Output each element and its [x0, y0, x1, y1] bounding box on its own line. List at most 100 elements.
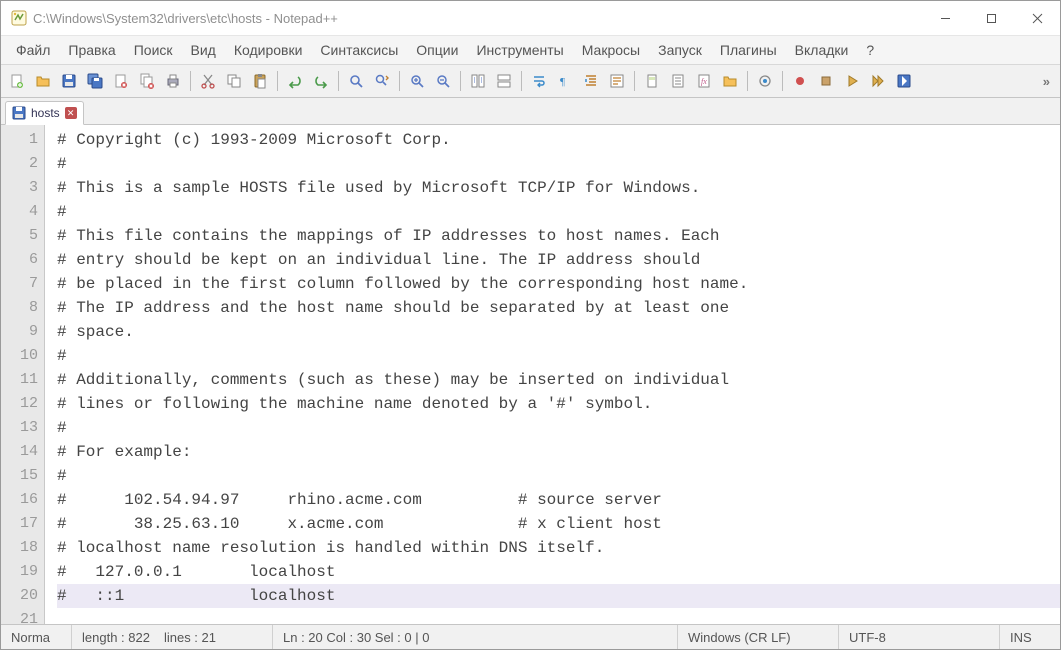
doc-map-button[interactable] [640, 69, 664, 93]
menu-tools[interactable]: Инструменты [467, 38, 572, 62]
minimize-button[interactable] [922, 1, 968, 35]
open-file-button[interactable] [31, 69, 55, 93]
tab-hosts[interactable]: hosts ✕ [5, 101, 84, 125]
redo-button[interactable] [309, 69, 333, 93]
maximize-button[interactable] [968, 1, 1014, 35]
zoom-out-button[interactable] [431, 69, 455, 93]
code-line[interactable]: # For example: [57, 440, 1060, 464]
save-macro-button[interactable] [892, 69, 916, 93]
toolbar-overflow-button[interactable]: » [1037, 74, 1056, 89]
menu-help[interactable]: ? [857, 38, 883, 62]
toolbar: ¶ fx » [1, 65, 1060, 98]
new-file-button[interactable] [5, 69, 29, 93]
copy-button[interactable] [222, 69, 246, 93]
titlebar: C:\Windows\System32\drivers\etc\hosts - … [1, 1, 1060, 36]
toolbar-separator [190, 71, 191, 91]
code-line[interactable]: # [57, 416, 1060, 440]
line-number-gutter: 123456789101112131415161718192021 [1, 125, 45, 624]
paste-button[interactable] [248, 69, 272, 93]
stop-macro-button[interactable] [814, 69, 838, 93]
code-line[interactable]: # 127.0.0.1 localhost [57, 560, 1060, 584]
editor[interactable]: 123456789101112131415161718192021 # Copy… [1, 125, 1060, 624]
function-list-button[interactable]: fx [692, 69, 716, 93]
save-button[interactable] [57, 69, 81, 93]
menu-bar: Файл Правка Поиск Вид Кодировки Синтакси… [1, 36, 1060, 65]
status-encoding[interactable]: UTF-8 [839, 625, 1000, 649]
code-line[interactable]: # [57, 344, 1060, 368]
word-wrap-button[interactable] [527, 69, 551, 93]
menu-macros[interactable]: Макросы [573, 38, 649, 62]
menu-encoding[interactable]: Кодировки [225, 38, 312, 62]
menu-run[interactable]: Запуск [649, 38, 711, 62]
app-window: C:\Windows\System32\drivers\etc\hosts - … [0, 0, 1061, 650]
sync-v-button[interactable] [466, 69, 490, 93]
status-length: length : 822 lines : 21 [72, 625, 273, 649]
close-all-button[interactable] [135, 69, 159, 93]
status-position: Ln : 20 Col : 30 Sel : 0 | 0 [273, 625, 678, 649]
sync-h-button[interactable] [492, 69, 516, 93]
user-lang-button[interactable] [605, 69, 629, 93]
code-line[interactable]: # [57, 464, 1060, 488]
cut-button[interactable] [196, 69, 220, 93]
toolbar-separator [277, 71, 278, 91]
record-macro-button[interactable] [788, 69, 812, 93]
toolbar-separator [747, 71, 748, 91]
svg-text:fx: fx [701, 77, 707, 86]
status-bar: Norma length : 822 lines : 21 Ln : 20 Co… [1, 624, 1060, 649]
toolbar-separator [634, 71, 635, 91]
code-line[interactable]: # [57, 152, 1060, 176]
show-all-chars-button[interactable]: ¶ [553, 69, 577, 93]
indent-guide-button[interactable] [579, 69, 603, 93]
find-button[interactable] [344, 69, 368, 93]
play-multi-button[interactable] [866, 69, 890, 93]
status-length-value: length : 822 [82, 630, 150, 645]
doc-list-button[interactable] [666, 69, 690, 93]
code-line[interactable]: # be placed in the first column followed… [57, 272, 1060, 296]
status-eol[interactable]: Windows (CR LF) [678, 625, 839, 649]
tab-close-icon[interactable]: ✕ [65, 107, 77, 119]
code-line[interactable]: # [57, 200, 1060, 224]
status-lines-value: lines : 21 [164, 630, 216, 645]
menu-file[interactable]: Файл [7, 38, 59, 62]
print-button[interactable] [161, 69, 185, 93]
undo-button[interactable] [283, 69, 307, 93]
status-insert-mode[interactable]: INS [1000, 625, 1060, 649]
code-line[interactable]: # localhost name resolution is handled w… [57, 536, 1060, 560]
toolbar-separator [338, 71, 339, 91]
code-line[interactable]: # 102.54.94.97 rhino.acme.com # source s… [57, 488, 1060, 512]
code-line[interactable]: # This file contains the mappings of IP … [57, 224, 1060, 248]
code-line[interactable]: # 38.25.63.10 x.acme.com # x client host [57, 512, 1060, 536]
close-file-button[interactable] [109, 69, 133, 93]
replace-button[interactable] [370, 69, 394, 93]
code-line[interactable]: # This is a sample HOSTS file used by Mi… [57, 176, 1060, 200]
save-all-button[interactable] [83, 69, 107, 93]
tab-bar: hosts ✕ [1, 98, 1060, 125]
disk-icon [12, 106, 26, 120]
zoom-in-button[interactable] [405, 69, 429, 93]
menu-syntax[interactable]: Синтаксисы [311, 38, 407, 62]
code-line[interactable]: # Copyright (c) 1993-2009 Microsoft Corp… [57, 128, 1060, 152]
code-line[interactable]: # The IP address and the host name shoul… [57, 296, 1060, 320]
code-line[interactable]: # lines or following the machine name de… [57, 392, 1060, 416]
code-line[interactable]: # ::1 localhost [57, 584, 1060, 608]
code-line[interactable]: # Additionally, comments (such as these)… [57, 368, 1060, 392]
code-line[interactable]: # space. [57, 320, 1060, 344]
menu-edit[interactable]: Правка [59, 38, 124, 62]
window-title: C:\Windows\System32\drivers\etc\hosts - … [33, 11, 922, 26]
toolbar-separator [521, 71, 522, 91]
menu-options[interactable]: Опции [407, 38, 467, 62]
code-area[interactable]: # Copyright (c) 1993-2009 Microsoft Corp… [45, 125, 1060, 624]
folder-workspace-button[interactable] [718, 69, 742, 93]
close-button[interactable] [1014, 1, 1060, 35]
toolbar-separator [399, 71, 400, 91]
code-line[interactable] [57, 608, 1060, 624]
status-language: Norma [1, 625, 72, 649]
menu-tabs[interactable]: Вкладки [786, 38, 858, 62]
monitor-button[interactable] [753, 69, 777, 93]
play-macro-button[interactable] [840, 69, 864, 93]
code-line[interactable]: # entry should be kept on an individual … [57, 248, 1060, 272]
toolbar-separator [460, 71, 461, 91]
menu-plugins[interactable]: Плагины [711, 38, 786, 62]
menu-search[interactable]: Поиск [125, 38, 182, 62]
menu-view[interactable]: Вид [182, 38, 225, 62]
